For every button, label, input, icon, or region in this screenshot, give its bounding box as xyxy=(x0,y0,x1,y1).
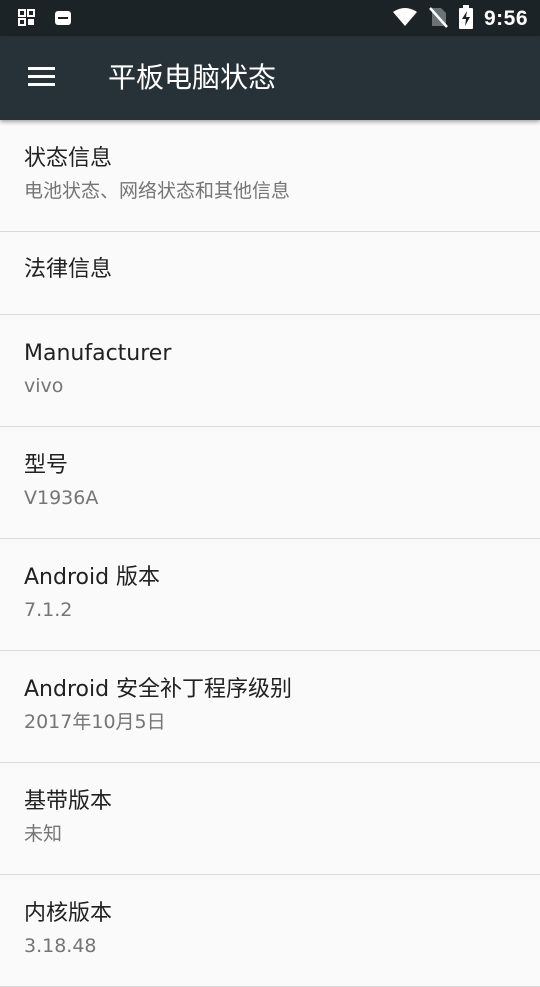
battery-charging-icon xyxy=(458,5,474,33)
grid-app-icon xyxy=(18,9,36,31)
list-item-title: Android 安全补丁程序级别 xyxy=(24,677,293,702)
list-item-subtitle: 2017年10月5日 xyxy=(24,711,166,733)
list-item-security-patch[interactable]: Android 安全补丁程序级别 2017年10月5日 xyxy=(0,651,540,763)
list-item-title: Manufacturer xyxy=(24,341,172,366)
menu-button[interactable] xyxy=(20,60,64,96)
list-item-android-version[interactable]: Android 版本 7.1.2 xyxy=(0,539,540,651)
list-item-subtitle: 7.1.2 xyxy=(24,599,73,621)
status-time: 9:56 xyxy=(483,7,528,30)
list-item-subtitle: vivo xyxy=(24,375,64,397)
list-item-subtitle: 3.18.48 xyxy=(24,935,97,957)
status-bar-right: 9:56 xyxy=(392,5,528,33)
status-bar-left xyxy=(18,9,72,31)
app-bar: 平板电脑状态 xyxy=(0,36,540,120)
list-item-manufacturer[interactable]: Manufacturer vivo xyxy=(0,315,540,427)
list-item-model[interactable]: 型号 V1936A xyxy=(0,427,540,539)
page-title: 平板电脑状态 xyxy=(108,61,277,94)
list-item-title: 法律信息 xyxy=(24,257,113,282)
list-item-status-info[interactable]: 状态信息 电池状态、网络状态和其他信息 xyxy=(0,120,540,232)
list-item-title: 型号 xyxy=(24,453,69,478)
list-item-title: Android 版本 xyxy=(24,565,161,590)
list-item-title: 内核版本 xyxy=(24,901,113,926)
list-item-baseband-version[interactable]: 基带版本 未知 xyxy=(0,763,540,875)
wifi-icon xyxy=(392,7,418,31)
notification-app-icon xyxy=(54,9,72,31)
list-item-kernel-version[interactable]: 内核版本 3.18.48 xyxy=(0,875,540,987)
status-list: 状态信息 电池状态、网络状态和其他信息 法律信息 Manufacturer vi… xyxy=(0,120,540,987)
no-sim-icon xyxy=(428,6,448,32)
list-item-title: 基带版本 xyxy=(24,789,113,814)
list-item-legal-info[interactable]: 法律信息 xyxy=(0,232,540,315)
menu-icon xyxy=(27,65,57,91)
list-item-subtitle: 未知 xyxy=(24,823,63,845)
list-item-subtitle: V1936A xyxy=(24,487,99,509)
list-item-subtitle: 电池状态、网络状态和其他信息 xyxy=(24,180,291,202)
status-bar: 9:56 xyxy=(0,0,540,36)
list-item-title: 状态信息 xyxy=(24,146,113,171)
